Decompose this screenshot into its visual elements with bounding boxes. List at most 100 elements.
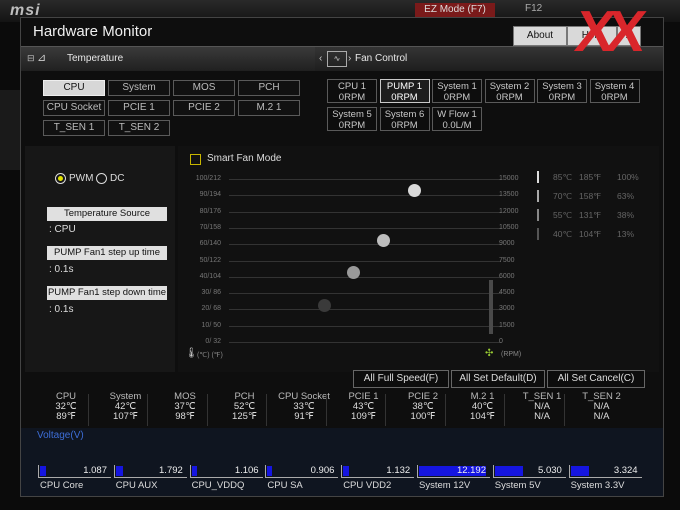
fan-rpm: 0RPM: [496, 92, 523, 103]
thermometer-icon: 🌡: [185, 348, 198, 359]
temp-source-pcie-1[interactable]: PCIE 1: [108, 100, 170, 116]
readout-f: N/A: [593, 411, 610, 422]
temperature-header: Temperature: [67, 53, 124, 64]
y-axis-temp-label: 70/158: [199, 223, 221, 231]
readout-separator: [385, 394, 386, 426]
temp-source-pcie-2[interactable]: PCIE 2: [173, 100, 235, 116]
voltage-meter: 1.087: [38, 465, 111, 478]
y-axis-rpm-label: 10500: [499, 223, 519, 231]
fan-name: W Flow 1: [437, 109, 477, 120]
fan-pump-1[interactable]: PUMP 1 0RPM: [379, 79, 430, 103]
fan-rpm: 0RPM: [338, 120, 366, 131]
legend-c: 40℃: [553, 229, 573, 239]
gridline: [229, 195, 501, 197]
fan-system-5[interactable]: System 5 0RPM: [327, 107, 377, 131]
readout-separator: [444, 394, 446, 426]
readout-separator: [206, 394, 208, 426]
smart-fan-mode-checkbox[interactable]: [190, 154, 201, 165]
legend-f: 158℉: [579, 191, 602, 201]
voltage-name: System 12V: [419, 480, 471, 491]
gridline: [229, 244, 501, 246]
temp-source-system[interactable]: System: [108, 80, 170, 96]
y-axis-temp-label: 20/ 68: [201, 305, 221, 313]
fan-system-1[interactable]: System 1 0RPM: [432, 79, 482, 103]
fan-name: PUMP 1: [386, 81, 423, 92]
step-down-time-button[interactable]: PUMP Fan1 step down time: [47, 286, 167, 300]
legend-marker: [537, 190, 539, 202]
temp-source-cpu-socket[interactable]: CPU Socket: [43, 100, 105, 116]
temp-source-mos[interactable]: MOS: [173, 80, 235, 96]
ez-mode-button[interactable]: EZ Mode (F7): [415, 3, 495, 17]
temperature-source-value: : CPU: [49, 224, 76, 235]
rpm-scrollbar[interactable]: [489, 280, 493, 334]
readout-separator: [266, 394, 267, 426]
f12-screenshot-button[interactable]: F12: [525, 3, 542, 14]
fan-rpm: 0RPM: [338, 92, 366, 103]
voltage-name: CPU AUX: [115, 480, 158, 491]
temp-source-t-sen-2[interactable]: T_SEN 2: [108, 120, 170, 136]
step-up-time-button[interactable]: PUMP Fan1 step up time: [47, 246, 167, 260]
y-axis-temp-label: 50/122: [199, 256, 221, 264]
y-axis-rpm-label: 13500: [499, 191, 519, 199]
legend-pct: 100%: [617, 172, 639, 182]
temp-source-m-2-1[interactable]: M.2 1: [238, 100, 300, 116]
fan-system-6[interactable]: System 6 0RPM: [379, 107, 430, 131]
curve-point-4[interactable]: [318, 299, 331, 312]
dc-radio[interactable]: DC: [96, 173, 124, 184]
fan-cpu-1[interactable]: CPU 1 0RPM: [327, 79, 377, 103]
legend-pct: 13%: [617, 229, 635, 239]
curve-point-3[interactable]: [347, 266, 360, 279]
voltage-meter: 5.030: [492, 465, 566, 478]
fan-system-2[interactable]: System 2 0RPM: [484, 79, 535, 103]
fan-system-3[interactable]: System 3 0RPM: [537, 79, 587, 103]
voltage-fill: [343, 466, 349, 476]
temp-source-pch[interactable]: PCH: [238, 80, 300, 96]
fan-curve-icon: ∿: [327, 51, 347, 67]
legend-c: 70℃: [553, 191, 573, 201]
y-axis-rpm-label: 6000: [499, 272, 515, 280]
fan-system-4[interactable]: System 4 0RPM: [589, 79, 640, 103]
voltage-fill: [115, 466, 123, 476]
window-title: Hardware Monitor: [33, 23, 153, 40]
y-axis-temp-label: 60/140: [199, 240, 221, 248]
expand-icon[interactable]: ⊟: [27, 53, 35, 64]
voltage-name: CPU Core: [40, 480, 84, 491]
y-axis-temp-label: 90/194: [199, 191, 221, 199]
temp-source-t-sen-1[interactable]: T_SEN 1: [43, 120, 105, 136]
legend-c: 55℃: [553, 210, 573, 220]
voltage-title: Voltage(V): [37, 430, 84, 441]
voltage-name: CPU_VDDQ: [191, 480, 245, 491]
fan-rpm: 0RPM: [601, 92, 628, 103]
all-set-cancel-button[interactable]: All Set Cancel(C): [547, 370, 645, 388]
voltage-name: System 5V: [494, 480, 541, 491]
y-axis-temp-label: 10/ 50: [201, 321, 221, 329]
gridline: [229, 293, 501, 295]
readout-separator: [325, 394, 327, 426]
legend-c: 85℃: [553, 172, 573, 182]
smart-fan-mode-label: Smart Fan Mode: [207, 153, 282, 164]
voltage-name: System 3.3V: [570, 480, 625, 491]
about-button[interactable]: About: [513, 26, 567, 46]
curve-point-2[interactable]: [377, 234, 390, 247]
fan-name: System 2: [489, 81, 530, 92]
y-axis-temp-label: 80/176: [199, 207, 221, 215]
temperature-source-button[interactable]: Temperature Source: [47, 207, 167, 221]
all-full-speed-button[interactable]: All Full Speed(F): [353, 370, 449, 388]
watermark-logo: XX: [571, 0, 643, 64]
chevron-right-icon[interactable]: ›: [348, 53, 351, 64]
fan-rpm: 0RPM: [548, 92, 576, 103]
all-set-default-button[interactable]: All Set Default(D): [451, 370, 545, 388]
voltage-value: 1.792: [159, 465, 183, 476]
pwm-radio[interactable]: PWM: [55, 173, 93, 184]
chevron-left-icon[interactable]: ‹: [319, 53, 322, 64]
fan-w-flow-1[interactable]: W Flow 1 0.0L/M: [432, 107, 482, 131]
gridline: [229, 276, 501, 278]
curve-point-1[interactable]: [408, 184, 421, 197]
temp-source-cpu[interactable]: CPU: [43, 80, 105, 96]
legend-pct: 38%: [617, 210, 635, 220]
section-header-bar: ⊟ ⊿ Temperature ‹ ∿ Fan Control ›: [21, 46, 663, 71]
y-axis-rpm-label: 1500: [499, 321, 515, 329]
gridline: [229, 309, 501, 311]
y-axis-rpm-label: 12000: [499, 207, 519, 215]
y-axis-rpm-label: 4500: [499, 289, 515, 297]
